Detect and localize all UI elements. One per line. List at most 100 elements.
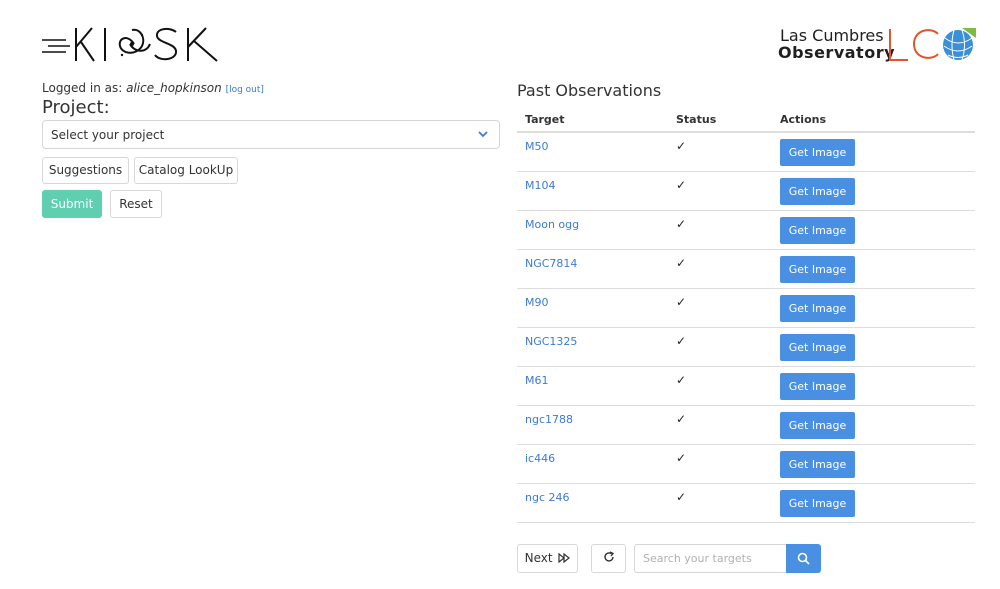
login-prefix: Logged in as: bbox=[42, 81, 127, 95]
target-cell: Moon ogg bbox=[517, 210, 668, 250]
table-row: M50 ✓ Get Image bbox=[517, 132, 975, 172]
reset-button[interactable]: Reset bbox=[110, 190, 162, 218]
check-icon: ✓ bbox=[676, 178, 687, 192]
check-icon: ✓ bbox=[676, 451, 687, 465]
status-cell: ✓ bbox=[668, 288, 772, 328]
get-image-button[interactable]: Get Image bbox=[780, 255, 855, 283]
project-select[interactable]: Select your project bbox=[42, 120, 500, 149]
check-icon: ✓ bbox=[676, 217, 687, 231]
table-row: M90 ✓ Get Image bbox=[517, 288, 975, 328]
submit-button[interactable]: Submit bbox=[42, 190, 102, 218]
table-row: NGC7814 ✓ Get Image bbox=[517, 249, 975, 289]
target-link[interactable]: ic446 bbox=[525, 452, 555, 465]
column-header-actions: Actions bbox=[772, 108, 975, 133]
check-icon: ✓ bbox=[676, 295, 687, 309]
lco-logo: Las Cumbres Observatory bbox=[778, 26, 978, 66]
status-cell: ✓ bbox=[668, 132, 772, 172]
column-header-target: Target bbox=[517, 108, 668, 133]
target-cell: M90 bbox=[517, 288, 668, 328]
actions-cell: Get Image bbox=[772, 288, 975, 328]
target-link[interactable]: NGC1325 bbox=[525, 335, 577, 348]
target-cell: M61 bbox=[517, 366, 668, 406]
status-cell: ✓ bbox=[668, 366, 772, 406]
get-image-button[interactable]: Get Image bbox=[780, 177, 855, 205]
next-button-label: Next bbox=[524, 551, 553, 565]
actions-cell: Get Image bbox=[772, 483, 975, 523]
table-row: ic446 ✓ Get Image bbox=[517, 444, 975, 484]
observations-table: Target Status Actions M50 ✓ Get Image M104 ✓… bbox=[517, 108, 975, 523]
username: alice_hopkinson bbox=[126, 81, 222, 95]
get-image-button[interactable]: Get Image bbox=[780, 372, 855, 400]
actions-cell: Get Image bbox=[772, 444, 975, 484]
login-status: Logged in as: alice_hopkinson [log out] bbox=[42, 81, 264, 95]
logout-link[interactable]: [log out] bbox=[226, 85, 264, 95]
status-cell: ✓ bbox=[668, 249, 772, 289]
search-button[interactable] bbox=[786, 544, 821, 573]
fast-forward-icon bbox=[558, 552, 571, 564]
status-cell: ✓ bbox=[668, 444, 772, 484]
get-image-button[interactable]: Get Image bbox=[780, 294, 855, 322]
table-row: ngc 246 ✓ Get Image bbox=[517, 483, 975, 523]
target-cell: NGC7814 bbox=[517, 249, 668, 289]
lco-name-line2: Observatory bbox=[778, 43, 896, 62]
actions-cell: Get Image bbox=[772, 171, 975, 211]
target-link[interactable]: ngc 246 bbox=[525, 491, 570, 504]
check-icon: ✓ bbox=[676, 334, 687, 348]
actions-cell: Get Image bbox=[772, 132, 975, 172]
target-cell: ngc1788 bbox=[517, 405, 668, 445]
get-image-button[interactable]: Get Image bbox=[780, 333, 855, 361]
status-cell: ✓ bbox=[668, 483, 772, 523]
table-row: Moon ogg ✓ Get Image bbox=[517, 210, 975, 250]
target-link[interactable]: Moon ogg bbox=[525, 218, 579, 231]
actions-cell: Get Image bbox=[772, 405, 975, 445]
project-label: Project: bbox=[42, 97, 110, 118]
target-cell: M50 bbox=[517, 132, 668, 172]
lco-name-line1: Las Cumbres bbox=[780, 26, 884, 45]
table-row: NGC1325 ✓ Get Image bbox=[517, 327, 975, 367]
target-link[interactable]: M104 bbox=[525, 179, 556, 192]
project-select-value: Select your project bbox=[51, 128, 165, 142]
suggestions-button[interactable]: Suggestions bbox=[42, 157, 129, 184]
get-image-button[interactable]: Get Image bbox=[780, 216, 855, 244]
get-image-button[interactable]: Get Image bbox=[780, 450, 855, 478]
kiosk-logo bbox=[42, 26, 222, 68]
actions-cell: Get Image bbox=[772, 210, 975, 250]
lco-mark-icon bbox=[889, 28, 976, 61]
status-cell: ✓ bbox=[668, 327, 772, 367]
table-header-row: Target Status Actions bbox=[517, 108, 975, 133]
target-link[interactable]: M50 bbox=[525, 140, 549, 153]
actions-cell: Get Image bbox=[772, 366, 975, 406]
status-cell: ✓ bbox=[668, 405, 772, 445]
past-observations-title: Past Observations bbox=[517, 81, 662, 100]
catalog-lookup-button[interactable]: Catalog LookUp bbox=[134, 157, 238, 184]
target-cell: NGC1325 bbox=[517, 327, 668, 367]
check-icon: ✓ bbox=[676, 256, 687, 270]
target-link[interactable]: NGC7814 bbox=[525, 257, 577, 270]
table-row: M61 ✓ Get Image bbox=[517, 366, 975, 406]
observations-table-body: M50 ✓ Get Image M104 ✓ Get Image Moon ogg ✓ Get … bbox=[517, 132, 975, 523]
target-cell: ngc 246 bbox=[517, 483, 668, 523]
target-cell: ic446 bbox=[517, 444, 668, 484]
table-row: ngc1788 ✓ Get Image bbox=[517, 405, 975, 445]
status-cell: ✓ bbox=[668, 171, 772, 211]
chevron-down-icon bbox=[478, 131, 488, 138]
target-cell: M104 bbox=[517, 171, 668, 211]
refresh-button[interactable] bbox=[591, 544, 626, 573]
get-image-button[interactable]: Get Image bbox=[780, 411, 855, 439]
check-icon: ✓ bbox=[676, 412, 687, 426]
actions-cell: Get Image bbox=[772, 327, 975, 367]
refresh-icon bbox=[603, 551, 614, 562]
status-cell: ✓ bbox=[668, 210, 772, 250]
search-icon bbox=[797, 552, 810, 565]
target-link[interactable]: M61 bbox=[525, 374, 549, 387]
check-icon: ✓ bbox=[676, 373, 687, 387]
column-header-status: Status bbox=[668, 108, 772, 133]
target-link[interactable]: ngc1788 bbox=[525, 413, 573, 426]
get-image-button[interactable]: Get Image bbox=[780, 489, 855, 517]
target-link[interactable]: M90 bbox=[525, 296, 549, 309]
next-button[interactable]: Next bbox=[517, 544, 578, 573]
search-input[interactable] bbox=[634, 544, 787, 573]
check-icon: ✓ bbox=[676, 490, 687, 504]
get-image-button[interactable]: Get Image bbox=[780, 138, 855, 166]
table-row: M104 ✓ Get Image bbox=[517, 171, 975, 211]
